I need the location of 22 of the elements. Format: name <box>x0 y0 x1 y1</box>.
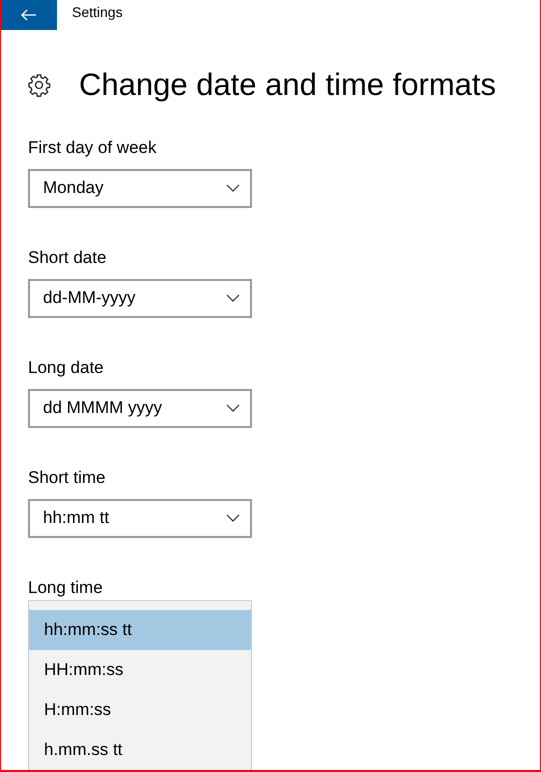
dropdown[interactable]: Monday <box>28 168 252 208</box>
chevron-down-icon <box>226 514 240 522</box>
field-label: Short time <box>28 466 106 488</box>
dropdown[interactable]: dd-MM-yyyy <box>28 278 252 318</box>
dropdown[interactable]: dd MMMM yyyy <box>28 388 252 428</box>
field-label: Long date <box>28 356 105 378</box>
field-label: Long time <box>28 576 104 598</box>
back-button[interactable] <box>1 0 57 30</box>
chevron-down-icon <box>226 184 240 192</box>
settings-icon <box>27 73 51 98</box>
dropdown-option[interactable]: HH:mm:ss <box>29 650 251 690</box>
dropdown[interactable]: hh:mm tt <box>28 498 252 538</box>
dropdown-option[interactable]: hh:mm:ss tt <box>29 610 251 650</box>
page-title: Change date and time formats <box>79 66 496 104</box>
dropdown-option[interactable]: h.mm.ss tt <box>29 730 251 770</box>
chevron-down-icon <box>226 404 240 412</box>
field-label: Short date <box>28 246 108 268</box>
chevron-down-icon <box>226 294 240 302</box>
dropdown-option[interactable]: H:mm:ss <box>29 690 251 730</box>
field-label: First day of week <box>28 136 158 158</box>
window-title: Settings <box>72 3 123 22</box>
back-arrow-icon <box>21 9 37 21</box>
